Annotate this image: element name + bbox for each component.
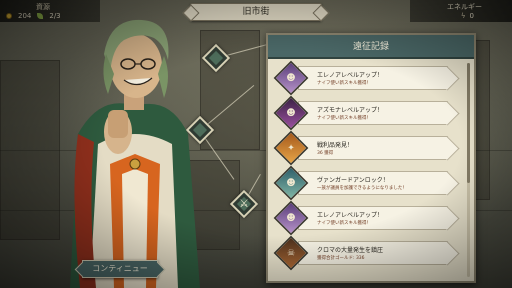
record-card: エレノアレベルアップ！ ナイフ使い新スキル獲得！ — [298, 206, 448, 230]
leaf-icon — [37, 13, 44, 19]
resources-bar: 資源 204 2/3 — [0, 0, 100, 22]
energy-bar: エネルギー ϟ 0 — [410, 0, 512, 22]
list-item: エレノアレベルアップ！ ナイフ使い新スキル獲得！ ☻ — [273, 200, 466, 236]
list-item: アズモナレベルアップ！ ナイフ使い新スキル獲得！ ☻ — [273, 95, 466, 131]
record-card: クロマの大量発生を鎮圧 獲得合計ゴールド: 336 — [298, 241, 448, 265]
record-card: エレノアレベルアップ！ ナイフ使い新スキル獲得！ — [298, 66, 448, 90]
herb-count: 2/3 — [49, 12, 61, 20]
record-detail: ナイフ使い新スキル獲得！ — [317, 116, 371, 121]
location-title: 旧市街 — [190, 3, 322, 21]
crossed-swords-icon: ⚔ — [239, 197, 249, 210]
record-detail: ナイフ使い新スキル獲得！ — [317, 221, 371, 226]
record-card: ヴァンガードアンロック！ 一族が議員を加護できるようになりました！ — [298, 171, 448, 195]
bolt-icon: ϟ — [460, 12, 466, 20]
coin-icon — [6, 13, 12, 19]
record-title: エレノアレベルアップ！ — [317, 212, 384, 219]
record-title: クロマの大量発生を鎮圧 — [317, 247, 384, 254]
expedition-record-panel: 遠征記録 エレノアレベルアップ！ ナイフ使い新スキル獲得！ ☻ アズモナレベルア… — [266, 33, 476, 283]
record-detail: 一族が議員を加護できるようになりました！ — [317, 186, 407, 191]
record-card: 戦利品発見！ 36 獲得 — [298, 136, 448, 160]
record-detail: 36 獲得 — [317, 151, 334, 156]
scrollbar-thumb[interactable] — [467, 63, 470, 183]
record-title: エレノアレベルアップ！ — [317, 72, 384, 79]
record-list[interactable]: エレノアレベルアップ！ ナイフ使い新スキル獲得！ ☻ アズモナレベルアップ！ ナ… — [268, 60, 474, 281]
list-item: 戦利品発見！ 36 獲得 ✦ — [273, 130, 466, 166]
resources-label: 資源 — [36, 3, 50, 11]
list-item: ヴァンガードアンロック！ 一族が議員を加護できるようになりました！ ☻ — [273, 165, 466, 201]
energy-count: 0 — [469, 12, 474, 20]
record-title: 戦利品発見！ — [317, 142, 354, 149]
record-card: アズモナレベルアップ！ ナイフ使い新スキル獲得！ — [298, 101, 448, 125]
list-item: クロマの大量発生を鎮圧 獲得合計ゴールド: 336 ☠ — [273, 235, 466, 271]
character-portrait — [60, 14, 210, 288]
gold-count: 204 — [18, 12, 32, 20]
record-title: アズモナレベルアップ！ — [317, 107, 384, 114]
energy-label: エネルギー — [447, 3, 482, 11]
record-detail: ナイフ使い新スキル獲得！ — [317, 81, 371, 86]
record-detail: 獲得合計ゴールド: 336 — [317, 256, 365, 261]
record-title: ヴァンガードアンロック！ — [317, 177, 389, 184]
continue-button[interactable]: コンティニュー — [82, 260, 158, 278]
scrollbar[interactable] — [467, 63, 470, 277]
list-item: エレノアレベルアップ！ ナイフ使い新スキル獲得！ ☻ — [273, 60, 466, 96]
panel-title: 遠征記録 — [268, 35, 474, 59]
